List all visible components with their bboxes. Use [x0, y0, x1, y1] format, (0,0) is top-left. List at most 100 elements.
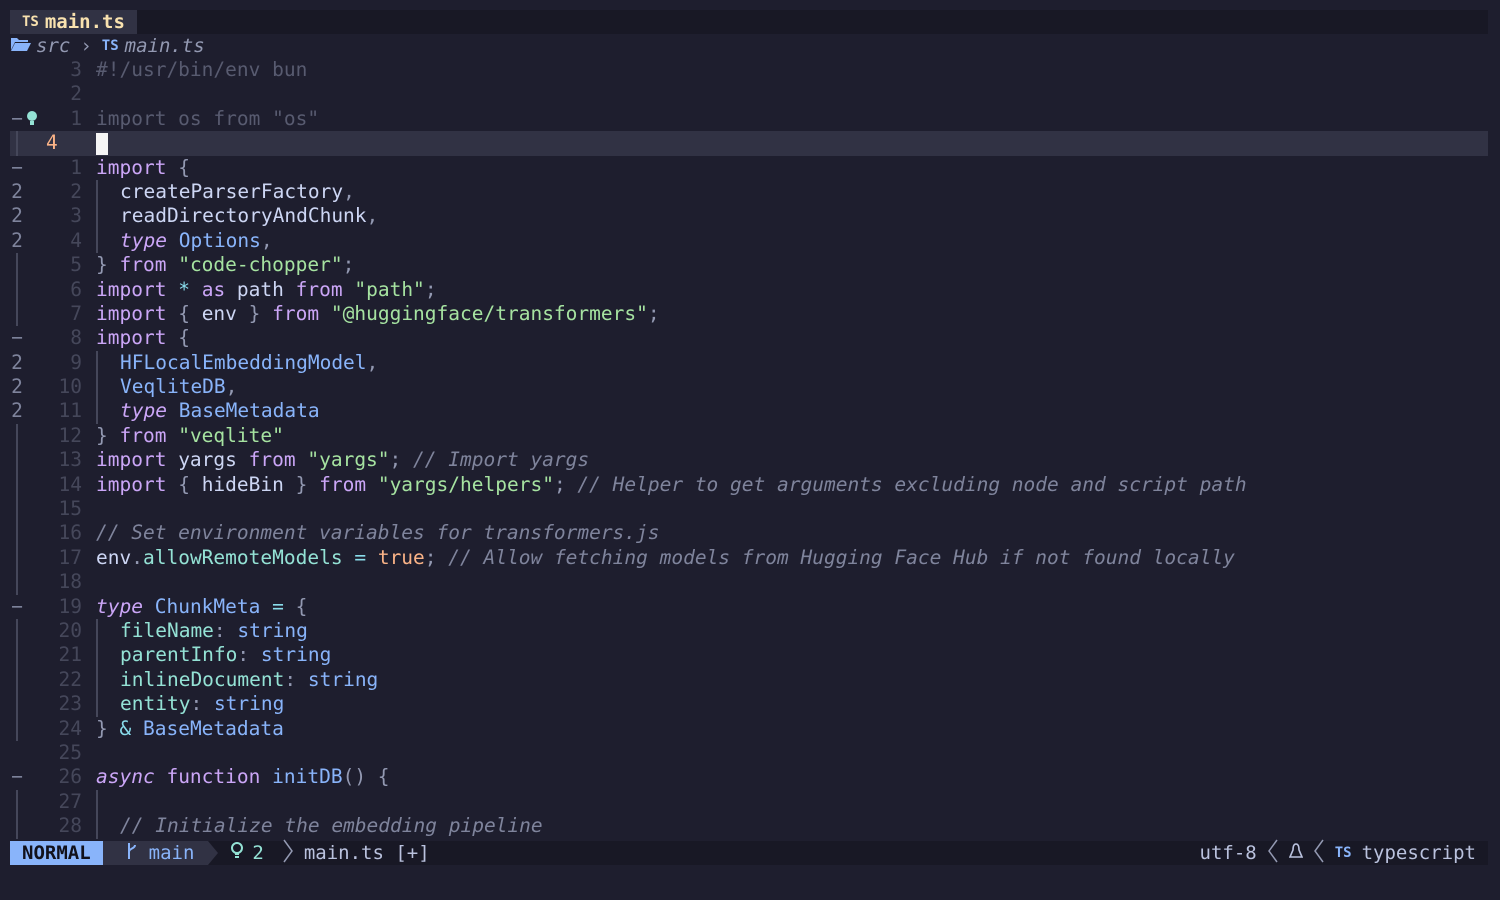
code-token: VeqliteDB	[120, 375, 226, 399]
chevron-left-icon	[1313, 839, 1325, 868]
line-number: 14	[58, 472, 82, 496]
code-text[interactable]	[96, 789, 120, 815]
code-text[interactable]: // Set environment variables for transfo…	[96, 521, 660, 545]
code-text[interactable]: import * as path from "path";	[96, 278, 437, 302]
code-line[interactable]: 2 2 createParserFactory,	[10, 179, 1488, 205]
code-line[interactable]: 16 // Set environment variables for trans…	[10, 521, 1488, 546]
code-text[interactable]: parentInfo: string	[96, 643, 331, 668]
code-text[interactable]	[96, 131, 108, 155]
code-text[interactable]: #!/usr/bin/env bun	[96, 58, 307, 82]
line-number: 4	[70, 228, 82, 252]
code-line[interactable]: 24} & BaseMetadata	[10, 716, 1488, 741]
fold-column[interactable]: 2	[10, 229, 24, 253]
code-text[interactable]: VeqliteDB,	[96, 375, 237, 400]
code-text[interactable]: async function initDB() {	[96, 765, 390, 789]
code-line[interactable]: − 1 import {	[10, 156, 1488, 180]
fold-column[interactable]: −	[10, 156, 24, 180]
code-text[interactable]: env.allowRemoteModels = true; // Allow f…	[96, 546, 1235, 570]
code-line[interactable]: − 26 async function initDB() {	[10, 765, 1488, 789]
line-number: 27	[58, 789, 82, 813]
line-number: 3	[70, 204, 82, 228]
code-line[interactable]: 3 #!/usr/bin/env bun	[10, 58, 1488, 82]
fold-column[interactable]: −	[10, 765, 24, 789]
code-line[interactable]: 15	[10, 497, 1488, 522]
command-line[interactable]	[10, 865, 1488, 890]
fold-column[interactable]: 2	[10, 351, 24, 375]
code-token: .	[131, 545, 143, 569]
fold-column[interactable]: 2	[10, 204, 24, 228]
code-text[interactable]: import {	[96, 156, 190, 180]
code-line[interactable]: 25	[10, 741, 1488, 765]
code-line[interactable]: 6 import * as path from "path";	[10, 277, 1488, 302]
code-text[interactable]: type Options,	[96, 228, 273, 254]
code-text[interactable]: } & BaseMetadata	[96, 717, 284, 741]
statusline: NORMAL main 2 main.ts [+] utf-8 TS types…	[10, 839, 1488, 868]
breadcrumb-file[interactable]: main.ts	[125, 35, 205, 57]
code-text[interactable]: } from "veqlite"	[96, 424, 284, 448]
code-line[interactable]: − 8 import {	[10, 326, 1488, 350]
code-buffer[interactable]: 3 #!/usr/bin/env bun 2−1 import os from "os…	[10, 58, 1488, 841]
code-line[interactable]: 2 4 type Options,	[10, 228, 1488, 254]
code-text[interactable]: entity: string	[96, 692, 284, 717]
code-line[interactable]: 18	[10, 570, 1488, 595]
code-token: inlineDocument	[120, 667, 285, 691]
line-number: 19	[58, 594, 82, 618]
code-text[interactable]: type ChunkMeta = {	[96, 595, 307, 619]
code-text[interactable]: } from "code-chopper";	[96, 253, 354, 277]
code-line[interactable]: 20 fileName: string	[10, 618, 1488, 644]
fold-column[interactable]: 2	[10, 180, 24, 204]
code-line[interactable]: 21 parentInfo: string	[10, 643, 1488, 668]
code-token: :	[190, 692, 214, 716]
code-token: BaseMetadata	[142, 716, 284, 740]
code-text[interactable]: fileName: string	[96, 618, 308, 644]
code-text[interactable]: type BaseMetadata	[96, 399, 320, 424]
code-line[interactable]: 5} from "code-chopper";	[10, 253, 1488, 278]
code-token: parentInfo	[120, 643, 238, 667]
code-line[interactable]: 2 10 VeqliteDB,	[10, 375, 1488, 400]
code-line[interactable]: − 1 import os from "os"	[10, 107, 1488, 131]
breadcrumb-dir[interactable]: src	[36, 35, 70, 57]
code-token: }	[96, 423, 120, 447]
code-text[interactable]: createParserFactory,	[96, 179, 355, 205]
code-line[interactable]: 12} from "veqlite"	[10, 423, 1488, 449]
code-line[interactable]: 2 11 type BaseMetadata	[10, 399, 1488, 424]
fold-column[interactable]: 2	[10, 375, 24, 399]
fold-column[interactable]: 2	[10, 399, 24, 423]
code-line[interactable]: 2 9 HFLocalEmbeddingModel,	[10, 350, 1488, 376]
typescript-icon: TS	[22, 14, 39, 30]
code-line[interactable]: 23 entity: string	[10, 692, 1488, 717]
code-token: from	[119, 253, 167, 277]
current-line[interactable]: 4	[10, 131, 1488, 156]
code-text[interactable]: inlineDocument: string	[96, 667, 379, 693]
fold-column[interactable]: −	[10, 107, 24, 131]
code-line[interactable]: − 19 type ChunkMeta = {	[10, 595, 1488, 619]
code-line[interactable]: 7 import { env } from "@huggingface/trans…	[10, 301, 1488, 327]
line-number: 18	[58, 570, 82, 594]
code-line[interactable]: 13 import yargs from "yargs"; // Import y…	[10, 448, 1488, 473]
code-text[interactable]: HFLocalEmbeddingModel,	[96, 350, 378, 376]
fold-column[interactable]: −	[10, 595, 24, 619]
code-line[interactable]: 28 // Initialize the embedding pipeline	[10, 814, 1488, 839]
fold-column[interactable]: −	[10, 326, 24, 350]
code-text[interactable]: // Initialize the embedding pipeline	[96, 814, 543, 839]
code-token: initDB	[272, 765, 343, 789]
git-branch[interactable]: main	[102, 841, 219, 865]
code-token: string	[307, 667, 379, 691]
code-line[interactable]: 22 inlineDocument: string	[10, 667, 1488, 693]
code-line[interactable]: 14 import { hideBin } from "yargs/helpers…	[10, 472, 1488, 498]
code-line[interactable]: 17 env.allowRemoteModels = true; // Allow…	[10, 545, 1488, 571]
code-text[interactable]: readDirectoryAndChunk,	[96, 204, 378, 229]
code-line[interactable]: 2	[10, 82, 1488, 106]
code-line[interactable]: 27	[10, 789, 1488, 815]
code-line[interactable]: 2 3 readDirectoryAndChunk,	[10, 204, 1488, 229]
code-text[interactable]: import os from "os"	[96, 107, 319, 131]
tab-main-ts[interactable]: TS main.ts	[10, 10, 137, 34]
code-token: }	[96, 716, 120, 740]
code-text[interactable]: import { hideBin } from "yargs/helpers";…	[96, 473, 1247, 497]
code-text[interactable]: import { env } from "@huggingface/transf…	[96, 302, 660, 326]
code-text[interactable]: import {	[96, 326, 190, 350]
code-text[interactable]: import yargs from "yargs"; // Import yar…	[96, 448, 589, 472]
